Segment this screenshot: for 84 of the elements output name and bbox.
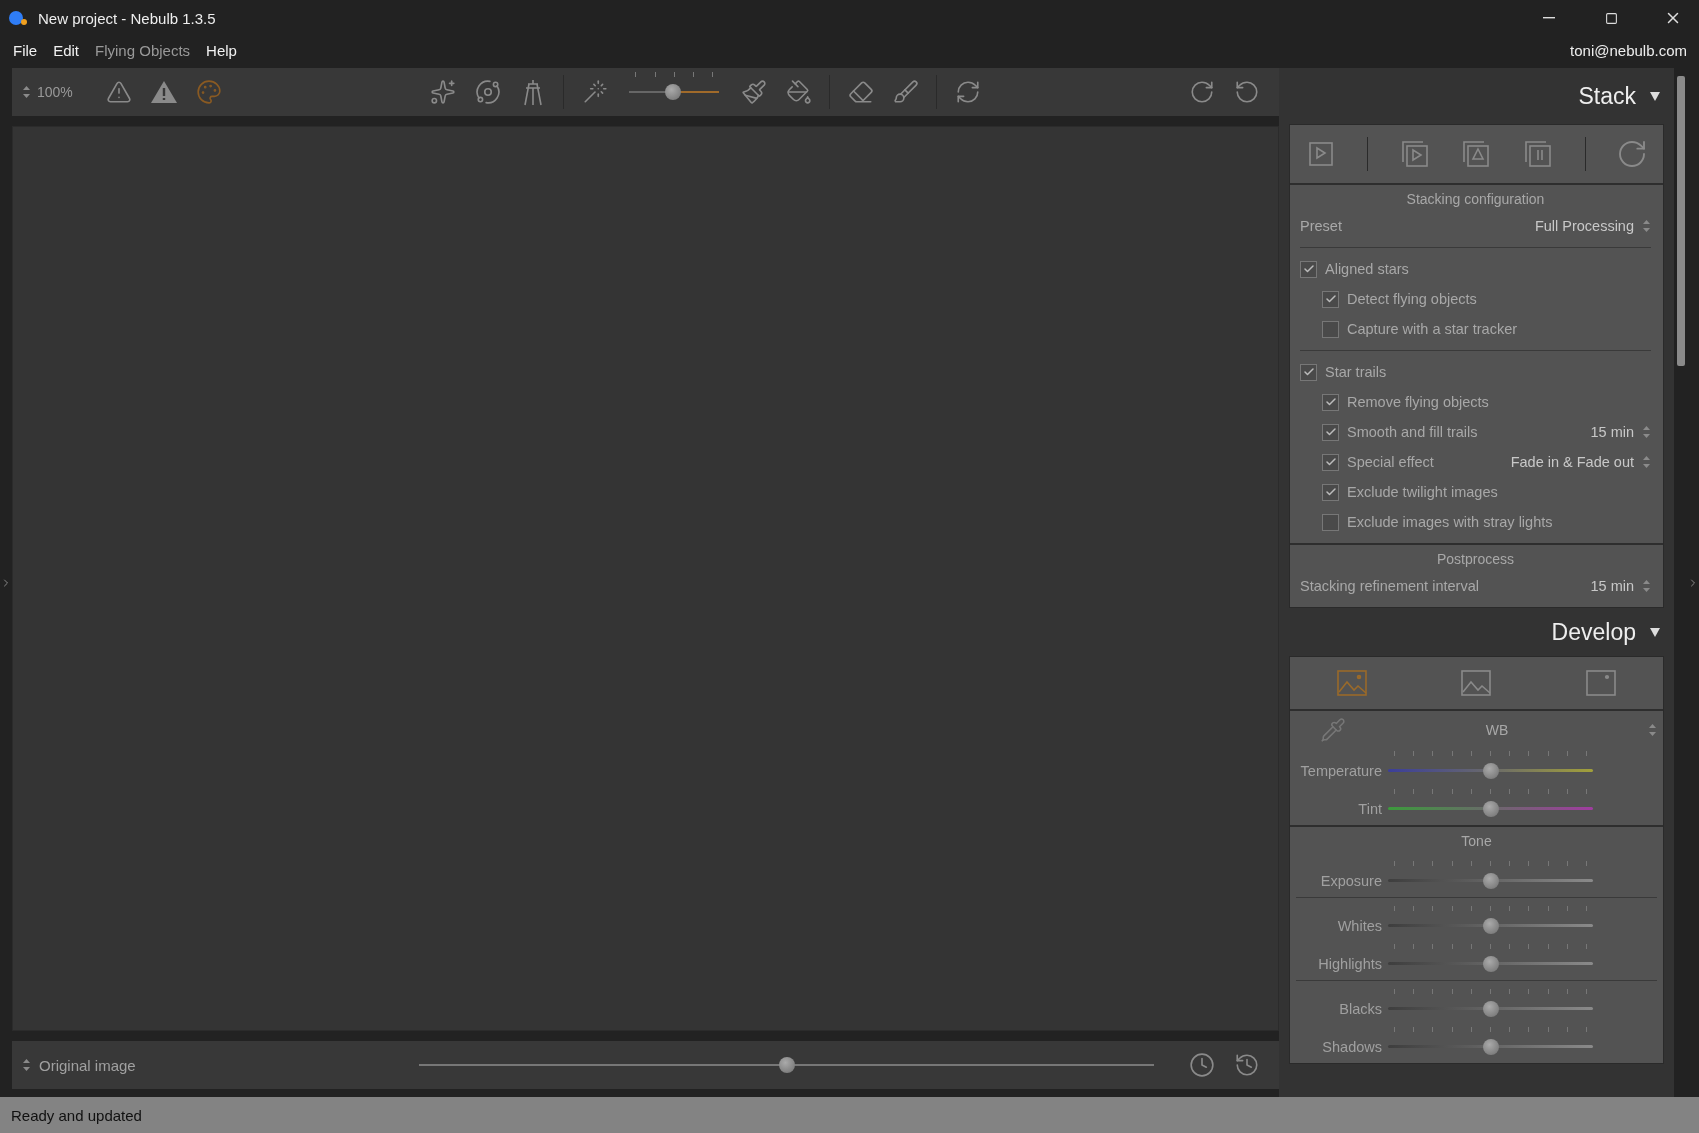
checkbox-label: Capture with a star tracker <box>1347 321 1519 337</box>
spinner-icon[interactable] <box>1642 219 1651 233</box>
check-icon <box>1324 456 1337 468</box>
checkbox[interactable] <box>1322 483 1339 501</box>
checkbox-label: Exclude images with stray lights <box>1347 514 1554 530</box>
checkbox[interactable] <box>1300 363 1317 381</box>
checkbox[interactable] <box>1322 290 1339 308</box>
slider-track[interactable] <box>1388 956 1593 972</box>
slider-track[interactable] <box>1388 1001 1593 1017</box>
collapse-icon[interactable] <box>1650 91 1660 101</box>
menu-item[interactable]: Edit <box>52 41 81 59</box>
checkbox-label: Smooth and fill trails <box>1347 424 1479 440</box>
collapse-icon[interactable] <box>1650 627 1660 637</box>
slider-track[interactable] <box>1388 801 1593 817</box>
scrollbar-thumb[interactable] <box>1677 76 1685 366</box>
checkbox[interactable] <box>1322 423 1339 441</box>
check-icon <box>1324 486 1337 498</box>
setting-value[interactable]: 15 min <box>1590 578 1634 594</box>
zoom-level[interactable]: 100% <box>37 84 73 100</box>
check-icon <box>1324 426 1337 438</box>
section-title: Develop <box>1551 618 1636 646</box>
slider-label: Shadows <box>1321 1039 1382 1055</box>
checkbox-label: Remove flying objects <box>1347 394 1490 410</box>
checkbox[interactable] <box>1322 393 1339 411</box>
checkbox-label: Star trails <box>1325 364 1388 380</box>
eyedropper-icon[interactable] <box>1320 717 1346 743</box>
compare-mode[interactable]: Original image <box>39 1056 419 1074</box>
account-email: toni@nebulb.com <box>1570 41 1687 59</box>
spinner-icon[interactable] <box>1642 579 1651 593</box>
spinner-icon[interactable] <box>22 85 31 99</box>
preset-value[interactable]: Full Processing <box>1534 218 1634 234</box>
section-heading: Stacking configuration <box>1405 190 1546 209</box>
slider-thumb[interactable] <box>778 1057 795 1073</box>
slider-thumb[interactable] <box>1482 956 1499 972</box>
checkbox-label: Exclude twilight images <box>1347 484 1499 500</box>
slider-thumb[interactable] <box>1482 1039 1499 1055</box>
preset-label: Preset <box>1300 218 1343 234</box>
section-heading: Postprocess <box>1435 550 1515 569</box>
checkbox-label: Detect flying objects <box>1347 291 1478 307</box>
status-text: Ready and updated <box>11 1106 142 1124</box>
slider-thumb[interactable] <box>1482 1001 1499 1017</box>
checkbox[interactable] <box>1300 260 1317 278</box>
slider-track[interactable] <box>1388 763 1593 779</box>
menu-item[interactable]: Help <box>205 41 238 59</box>
checkbox-label: Aligned stars <box>1325 261 1410 277</box>
option-value: Fade in & Fade out <box>1510 454 1634 470</box>
check-icon <box>1324 396 1337 408</box>
brush-size-slider[interactable] <box>629 84 720 100</box>
checkbox[interactable] <box>1322 453 1339 471</box>
check-icon <box>1302 366 1315 378</box>
check-icon <box>1324 293 1337 305</box>
slider-thumb[interactable] <box>1482 918 1499 934</box>
spinner-icon[interactable] <box>1648 723 1657 737</box>
spinner-icon[interactable] <box>22 1058 31 1072</box>
spinner-icon[interactable] <box>1642 425 1651 439</box>
section-heading: Tone <box>1460 832 1493 851</box>
compare-slider[interactable] <box>419 1057 1154 1073</box>
slider-label: Exposure <box>1319 873 1382 889</box>
slider-thumb[interactable] <box>1482 801 1499 817</box>
slider-track[interactable] <box>1388 1039 1593 1055</box>
slider-track[interactable] <box>1388 918 1593 934</box>
checkbox[interactable] <box>1322 513 1339 531</box>
section-heading: WB <box>1484 721 1510 740</box>
option-value: 15 min <box>1590 424 1634 440</box>
setting-label: Stacking refinement interval <box>1300 578 1480 594</box>
menu-item[interactable]: File <box>12 41 39 59</box>
section-title: Stack <box>1578 82 1636 110</box>
slider-thumb[interactable] <box>664 84 681 100</box>
app-logo-icon <box>8 10 28 26</box>
checkbox-label: Special effect <box>1347 454 1435 470</box>
spinner-icon[interactable] <box>1642 455 1651 469</box>
slider-label: Highlights <box>1317 956 1382 972</box>
window-title: New project - Nebulb 1.3.5 <box>38 9 217 27</box>
slider-track[interactable] <box>1388 873 1593 889</box>
checkbox[interactable] <box>1322 320 1339 338</box>
slider-label: Temperature <box>1299 763 1382 779</box>
slider-label: Blacks <box>1338 1001 1382 1017</box>
slider-thumb[interactable] <box>1482 873 1499 889</box>
maximize-icon <box>1604 11 1618 25</box>
check-icon <box>1302 263 1315 275</box>
slider-thumb[interactable] <box>1482 763 1499 779</box>
slider-label: Tint <box>1357 801 1382 817</box>
slider-label: Whites <box>1336 918 1382 934</box>
minimize-icon <box>1543 17 1555 19</box>
